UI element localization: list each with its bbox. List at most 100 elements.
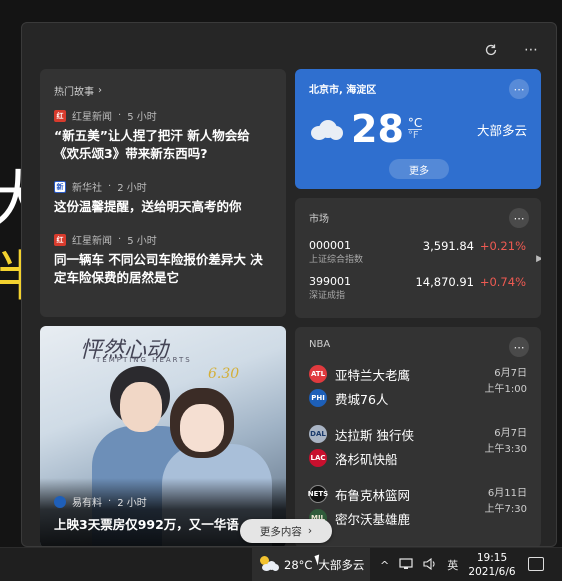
team-row: ATL 亚特兰大老鹰 bbox=[309, 362, 467, 386]
news-title[interactable]: 这份温馨提醒，送给明天高考的你 bbox=[54, 198, 272, 216]
weather-ellipsis-icon[interactable]: ⋯ bbox=[509, 79, 529, 99]
network-icon[interactable] bbox=[399, 557, 413, 573]
market-card[interactable]: 市场 ⋯ 000001 上证综合指数 3,591.84 +0.21% 39900… bbox=[295, 198, 541, 318]
team-row: PHI 费城76人 bbox=[309, 386, 467, 410]
weather-main: 28 °C °F 大部多云 bbox=[309, 110, 527, 148]
news-title[interactable]: “新五美”让人捏了把汗 新人物会给《欢乐颂3》带来新东西吗? bbox=[54, 127, 272, 163]
game-time: 6月7日 上午1:00 bbox=[467, 362, 527, 410]
nba-ellipsis-icon[interactable]: ⋯ bbox=[509, 337, 529, 357]
unit-toggle[interactable]: °C °F bbox=[407, 117, 423, 142]
news-source: 新华社 bbox=[72, 183, 102, 194]
team-row: MIL 密尔沃基雄鹿 bbox=[309, 506, 467, 530]
game-row[interactable]: NETS 布鲁克林篮网 MIL 密尔沃基雄鹿 6月11日 上午7:30 bbox=[308, 482, 527, 530]
cloudy-icon bbox=[309, 118, 343, 140]
chevron-up-icon[interactable]: ^ bbox=[380, 559, 389, 572]
team-name: 洛杉矶快船 bbox=[335, 451, 398, 467]
stock-price: 3,591.84 bbox=[422, 239, 474, 253]
team-row: DAL 达拉斯 独行侠 bbox=[309, 422, 467, 446]
photo-time: 2 小时 bbox=[117, 498, 147, 509]
more-content-button[interactable]: 更多内容 › bbox=[240, 519, 332, 543]
market-ellipsis-icon[interactable]: ⋯ bbox=[509, 208, 529, 228]
weather-location: 北京市, 海淀区 bbox=[309, 85, 377, 96]
ellipsis-icon[interactable]: ⋯ bbox=[520, 39, 542, 61]
taskbar-weather-temp: 28°C bbox=[284, 558, 313, 572]
ime-indicator[interactable]: 英 bbox=[447, 557, 458, 573]
taskbar-weather-button[interactable]: 28°C 大部多云 bbox=[252, 548, 370, 581]
stock-name: 深证成指 bbox=[309, 291, 346, 301]
stock-row[interactable]: 399001 深证成指 14,870.91 +0.74% bbox=[309, 275, 527, 301]
news-item[interactable]: 红 红星新闻 · 5 小时 同一辆车 不同公司车险报价差异大 决定车险保费的居然… bbox=[54, 232, 272, 287]
team-row: LAC 洛杉矶快船 bbox=[309, 446, 467, 470]
game-clock: 上午3:30 bbox=[484, 444, 527, 455]
clippers-logo-icon: LAC bbox=[309, 449, 327, 467]
76ers-logo-icon: PHI bbox=[309, 389, 327, 407]
partly-cloudy-icon bbox=[260, 555, 279, 571]
nets-logo-icon: NETS bbox=[308, 485, 328, 503]
news-title[interactable]: 同一辆车 不同公司车险报价差异大 决定车险保费的居然是它 bbox=[54, 251, 272, 287]
game-clock: 上午1:00 bbox=[484, 384, 527, 395]
team-name: 达拉斯 独行侠 bbox=[335, 427, 414, 443]
nba-card[interactable]: NBA ⋯ ATL 亚特兰大老鹰 PHI 费城76人 6月7日 上午1:00 D… bbox=[295, 327, 541, 546]
news-sep: · bbox=[108, 496, 112, 507]
stock-change: +0.74% bbox=[479, 275, 526, 289]
news-time: 5 小时 bbox=[127, 236, 157, 247]
photo-news-card[interactable]: 怦然心动 TEMPTING HEARTS 6.30 易有料 · 2 小时 上映3… bbox=[40, 326, 286, 546]
weather-card[interactable]: 北京市, 海淀区 ⋯ 28 °C °F 大部多云 更多 bbox=[295, 69, 541, 189]
notification-icon[interactable] bbox=[528, 557, 544, 571]
caret-right-icon[interactable]: ▶ bbox=[536, 254, 541, 264]
hawks-logo-icon: ATL bbox=[309, 365, 327, 383]
stock-name: 上证综合指数 bbox=[309, 255, 364, 265]
news-item[interactable]: 红 红星新闻 · 5 小时 “新五美”让人捏了把汗 新人物会给《欢乐颂3》带来新… bbox=[54, 108, 272, 163]
news-source-row: 红 红星新闻 · 5 小时 bbox=[54, 232, 272, 247]
widgets-panel: ⋯ 热门故事 › 红 红星新闻 · 5 小时 “新五美”让人捏了把汗 新人物会给… bbox=[21, 22, 557, 547]
yiyouliao-logo-icon bbox=[54, 495, 66, 508]
team-name: 费城76人 bbox=[335, 391, 389, 407]
news-item[interactable]: 新 新华社 · 2 小时 这份温馨提醒，送给明天高考的你 bbox=[54, 179, 272, 216]
game-time: 6月11日 上午7:30 bbox=[467, 482, 527, 530]
news-sep: · bbox=[118, 110, 122, 121]
system-tray: ^ 英 bbox=[380, 548, 458, 581]
news-sep: · bbox=[118, 234, 122, 245]
weather-temperature: 28 bbox=[351, 107, 404, 151]
photo-source-row: 易有料 · 2 小时 bbox=[54, 494, 147, 509]
news-sep: · bbox=[108, 181, 112, 192]
game-clock: 上午7:30 bbox=[484, 504, 527, 515]
stock-row[interactable]: 000001 上证综合指数 3,591.84 +0.21% bbox=[309, 239, 527, 265]
hongxing-logo-icon: 红 bbox=[54, 233, 66, 246]
team-name: 亚特兰大老鹰 bbox=[335, 367, 411, 383]
unit-celsius[interactable]: °C bbox=[408, 117, 422, 129]
stock-change: +0.21% bbox=[479, 239, 526, 253]
stock-code: 000001 bbox=[309, 239, 351, 252]
clock-time: 19:15 bbox=[476, 552, 508, 564]
weather-more-button[interactable]: 更多 bbox=[389, 159, 449, 179]
news-time: 2 小时 bbox=[117, 183, 147, 194]
game-teams: NETS 布鲁克林篮网 MIL 密尔沃基雄鹿 bbox=[308, 482, 467, 530]
desktop: 大 半 ⋯ 热门故事 › 红 红星新闻 · 5 小时 “新五美”让人捏了把汗 新… bbox=[0, 0, 562, 581]
poster-figure bbox=[120, 382, 162, 432]
stock-price: 14,870.91 bbox=[415, 275, 474, 289]
game-date: 6月11日 bbox=[487, 488, 527, 499]
news-time: 5 小时 bbox=[127, 112, 157, 123]
market-title: 市场 bbox=[309, 214, 329, 225]
photo-source: 易有料 bbox=[72, 498, 102, 509]
poster-date: 6.30 bbox=[208, 366, 240, 382]
poster-figure bbox=[180, 404, 224, 452]
top-stories-label: 热门故事 bbox=[54, 87, 94, 98]
weather-condition: 大部多云 bbox=[476, 122, 527, 138]
unit-fahrenheit[interactable]: °F bbox=[407, 128, 423, 142]
volume-icon[interactable] bbox=[423, 557, 437, 573]
team-name: 密尔沃基雄鹿 bbox=[335, 511, 411, 527]
more-content-label: 更多内容 bbox=[259, 525, 302, 538]
refresh-icon[interactable] bbox=[480, 39, 502, 61]
taskbar: 28°C 大部多云 ^ 英 19:15 2021/6/6 bbox=[0, 547, 562, 581]
taskbar-clock[interactable]: 19:15 2021/6/6 bbox=[462, 551, 522, 579]
stock-code: 399001 bbox=[309, 275, 351, 288]
stock-left: 399001 深证成指 bbox=[309, 275, 404, 301]
panel-toolbar: ⋯ bbox=[480, 39, 542, 61]
game-row[interactable]: DAL 达拉斯 独行侠 LAC 洛杉矶快船 6月7日 上午3:30 bbox=[309, 422, 527, 470]
taskbar-weather-cond: 大部多云 bbox=[318, 558, 365, 572]
mavericks-logo-icon: DAL bbox=[309, 425, 327, 443]
game-row[interactable]: ATL 亚特兰大老鹰 PHI 费城76人 6月7日 上午1:00 bbox=[309, 362, 527, 410]
top-stories-heading[interactable]: 热门故事 › bbox=[54, 83, 272, 98]
team-row: NETS 布鲁克林篮网 bbox=[308, 482, 467, 506]
